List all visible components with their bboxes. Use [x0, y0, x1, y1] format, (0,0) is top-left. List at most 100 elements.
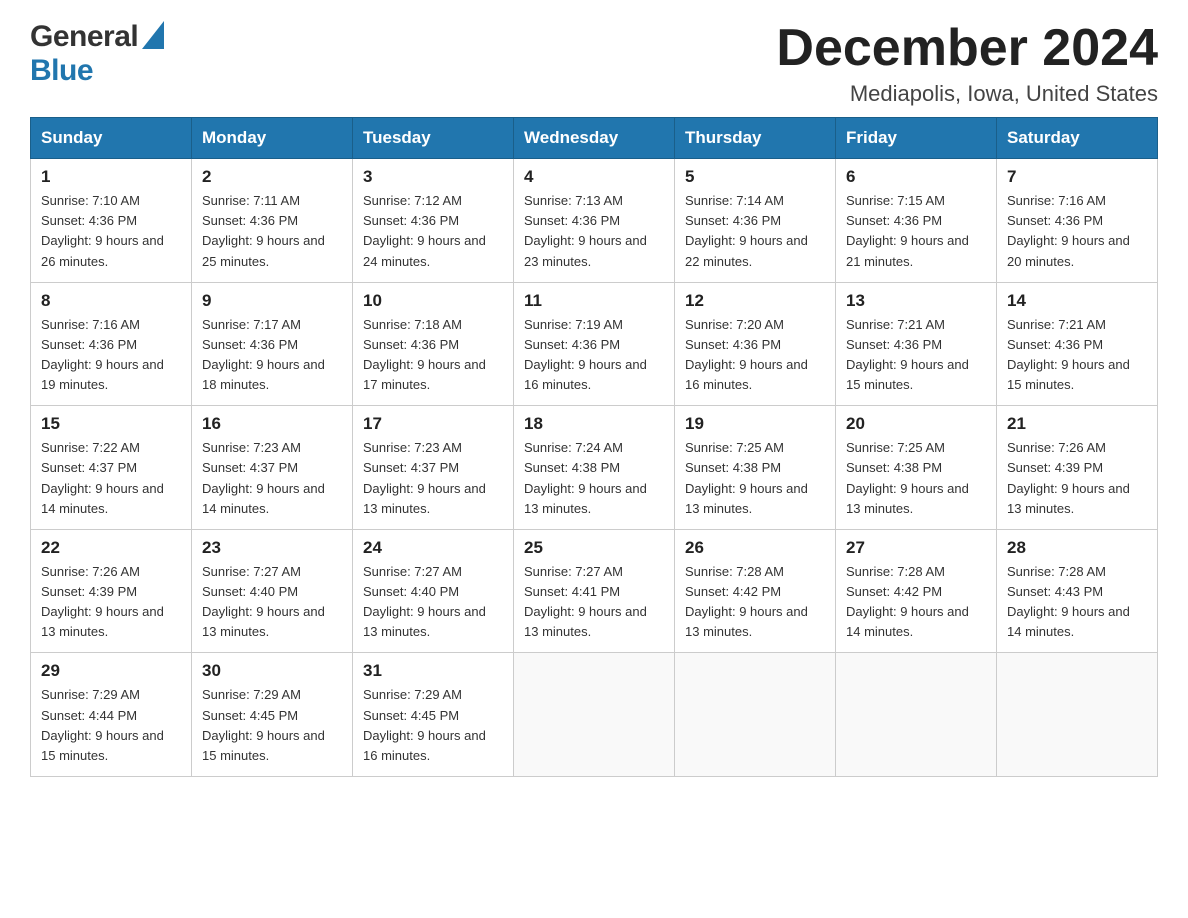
day-of-week-header: Monday	[192, 118, 353, 159]
day-number: 21	[1007, 414, 1147, 434]
day-info: Sunrise: 7:27 AMSunset: 4:40 PMDaylight:…	[363, 562, 503, 643]
day-info: Sunrise: 7:23 AMSunset: 4:37 PMDaylight:…	[363, 438, 503, 519]
calendar-day-cell: 10 Sunrise: 7:18 AMSunset: 4:36 PMDayligh…	[353, 282, 514, 406]
day-of-week-header: Tuesday	[353, 118, 514, 159]
calendar-day-cell: 22Sunrise: 7:26 AMSunset: 4:39 PMDayligh…	[31, 529, 192, 653]
calendar-week-row: 1 Sunrise: 7:10 AMSunset: 4:36 PMDaylight…	[31, 159, 1158, 283]
day-info: Sunrise: 7:28 AMSunset: 4:42 PMDaylight:…	[685, 562, 825, 643]
day-number: 10	[363, 291, 503, 311]
day-of-week-header: Saturday	[997, 118, 1158, 159]
day-info: Sunrise: 7:17 AMSunset: 4:36 PMDaylight:…	[202, 315, 342, 396]
page-subtitle: Mediapolis, Iowa, United States	[776, 81, 1158, 107]
logo: General Blue	[30, 20, 164, 88]
day-info: Sunrise: 7:29 AMSunset: 4:45 PMDaylight:…	[202, 685, 342, 766]
day-number: 22	[41, 538, 181, 558]
day-info: Sunrise: 7:18 AMSunset: 4:36 PMDaylight:…	[363, 315, 503, 396]
day-info: Sunrise: 7:23 AMSunset: 4:37 PMDaylight:…	[202, 438, 342, 519]
day-number: 16	[202, 414, 342, 434]
day-of-week-header: Sunday	[31, 118, 192, 159]
day-info: Sunrise: 7:19 AMSunset: 4:36 PMDaylight:…	[524, 315, 664, 396]
day-number: 9	[202, 291, 342, 311]
day-info: Sunrise: 7:21 AMSunset: 4:36 PMDaylight:…	[846, 315, 986, 396]
logo-blue-text: Blue	[30, 54, 93, 87]
page-title: December 2024	[776, 20, 1158, 77]
day-info: Sunrise: 7:13 AMSunset: 4:36 PMDaylight:…	[524, 191, 664, 272]
day-number: 13	[846, 291, 986, 311]
calendar-day-cell: 29 Sunrise: 7:29 AMSunset: 4:44 PMDayligh…	[31, 653, 192, 777]
day-info: Sunrise: 7:21 AMSunset: 4:36 PMDaylight:…	[1007, 315, 1147, 396]
day-number: 7	[1007, 167, 1147, 187]
calendar-day-cell: 30 Sunrise: 7:29 AMSunset: 4:45 PMDayligh…	[192, 653, 353, 777]
calendar-day-cell	[997, 653, 1158, 777]
day-number: 19	[685, 414, 825, 434]
calendar-day-cell: 31Sunrise: 7:29 AMSunset: 4:45 PMDayligh…	[353, 653, 514, 777]
calendar-day-cell: 20 Sunrise: 7:25 AMSunset: 4:38 PMDayligh…	[836, 406, 997, 530]
day-number: 5	[685, 167, 825, 187]
calendar-day-cell: 12Sunrise: 7:20 AMSunset: 4:36 PMDayligh…	[675, 282, 836, 406]
logo-general-text: General	[30, 20, 138, 54]
calendar-day-cell: 11Sunrise: 7:19 AMSunset: 4:36 PMDayligh…	[514, 282, 675, 406]
day-number: 1	[41, 167, 181, 187]
logo-arrow-icon	[142, 21, 164, 54]
calendar-day-cell: 25 Sunrise: 7:27 AMSunset: 4:41 PMDayligh…	[514, 529, 675, 653]
calendar-day-cell: 9 Sunrise: 7:17 AMSunset: 4:36 PMDaylight…	[192, 282, 353, 406]
calendar-day-cell: 16 Sunrise: 7:23 AMSunset: 4:37 PMDayligh…	[192, 406, 353, 530]
day-info: Sunrise: 7:28 AMSunset: 4:42 PMDaylight:…	[846, 562, 986, 643]
day-of-week-header: Thursday	[675, 118, 836, 159]
day-number: 31	[363, 661, 503, 681]
day-number: 8	[41, 291, 181, 311]
calendar-day-cell: 27 Sunrise: 7:28 AMSunset: 4:42 PMDayligh…	[836, 529, 997, 653]
day-info: Sunrise: 7:20 AMSunset: 4:36 PMDaylight:…	[685, 315, 825, 396]
day-info: Sunrise: 7:28 AMSunset: 4:43 PMDaylight:…	[1007, 562, 1147, 643]
calendar-day-cell: 6 Sunrise: 7:15 AMSunset: 4:36 PMDaylight…	[836, 159, 997, 283]
day-number: 25	[524, 538, 664, 558]
day-number: 3	[363, 167, 503, 187]
day-of-week-header: Friday	[836, 118, 997, 159]
calendar-day-cell: 26Sunrise: 7:28 AMSunset: 4:42 PMDayligh…	[675, 529, 836, 653]
day-info: Sunrise: 7:29 AMSunset: 4:44 PMDaylight:…	[41, 685, 181, 766]
day-number: 15	[41, 414, 181, 434]
day-info: Sunrise: 7:16 AMSunset: 4:36 PMDaylight:…	[41, 315, 181, 396]
day-info: Sunrise: 7:12 AMSunset: 4:36 PMDaylight:…	[363, 191, 503, 272]
calendar-day-cell: 7 Sunrise: 7:16 AMSunset: 4:36 PMDaylight…	[997, 159, 1158, 283]
day-info: Sunrise: 7:25 AMSunset: 4:38 PMDaylight:…	[846, 438, 986, 519]
calendar-day-cell: 4 Sunrise: 7:13 AMSunset: 4:36 PMDaylight…	[514, 159, 675, 283]
day-number: 30	[202, 661, 342, 681]
calendar-day-cell: 3 Sunrise: 7:12 AMSunset: 4:36 PMDaylight…	[353, 159, 514, 283]
day-number: 27	[846, 538, 986, 558]
day-number: 28	[1007, 538, 1147, 558]
calendar-day-cell: 15 Sunrise: 7:22 AMSunset: 4:37 PMDayligh…	[31, 406, 192, 530]
calendar-day-cell: 14Sunrise: 7:21 AMSunset: 4:36 PMDayligh…	[997, 282, 1158, 406]
calendar-day-cell: 19 Sunrise: 7:25 AMSunset: 4:38 PMDayligh…	[675, 406, 836, 530]
day-of-week-header: Wednesday	[514, 118, 675, 159]
title-block: December 2024 Mediapolis, Iowa, United S…	[776, 20, 1158, 107]
day-info: Sunrise: 7:16 AMSunset: 4:36 PMDaylight:…	[1007, 191, 1147, 272]
calendar-week-row: 8 Sunrise: 7:16 AMSunset: 4:36 PMDaylight…	[31, 282, 1158, 406]
day-info: Sunrise: 7:10 AMSunset: 4:36 PMDaylight:…	[41, 191, 181, 272]
day-number: 23	[202, 538, 342, 558]
calendar-week-row: 22Sunrise: 7:26 AMSunset: 4:39 PMDayligh…	[31, 529, 1158, 653]
day-info: Sunrise: 7:27 AMSunset: 4:41 PMDaylight:…	[524, 562, 664, 643]
calendar-day-cell	[514, 653, 675, 777]
calendar-day-cell: 5 Sunrise: 7:14 AMSunset: 4:36 PMDaylight…	[675, 159, 836, 283]
day-number: 4	[524, 167, 664, 187]
day-info: Sunrise: 7:22 AMSunset: 4:37 PMDaylight:…	[41, 438, 181, 519]
day-info: Sunrise: 7:24 AMSunset: 4:38 PMDaylight:…	[524, 438, 664, 519]
calendar-day-cell: 28 Sunrise: 7:28 AMSunset: 4:43 PMDayligh…	[997, 529, 1158, 653]
day-number: 18	[524, 414, 664, 434]
day-number: 20	[846, 414, 986, 434]
day-info: Sunrise: 7:14 AMSunset: 4:36 PMDaylight:…	[685, 191, 825, 272]
calendar-day-cell: 18 Sunrise: 7:24 AMSunset: 4:38 PMDayligh…	[514, 406, 675, 530]
day-info: Sunrise: 7:25 AMSunset: 4:38 PMDaylight:…	[685, 438, 825, 519]
day-number: 17	[363, 414, 503, 434]
day-number: 6	[846, 167, 986, 187]
day-number: 29	[41, 661, 181, 681]
calendar-table: SundayMondayTuesdayWednesdayThursdayFrid…	[30, 117, 1158, 777]
calendar-day-cell: 1 Sunrise: 7:10 AMSunset: 4:36 PMDaylight…	[31, 159, 192, 283]
calendar-day-cell: 23Sunrise: 7:27 AMSunset: 4:40 PMDayligh…	[192, 529, 353, 653]
day-info: Sunrise: 7:11 AMSunset: 4:36 PMDaylight:…	[202, 191, 342, 272]
calendar-day-cell	[836, 653, 997, 777]
day-info: Sunrise: 7:15 AMSunset: 4:36 PMDaylight:…	[846, 191, 986, 272]
day-info: Sunrise: 7:26 AMSunset: 4:39 PMDaylight:…	[1007, 438, 1147, 519]
day-number: 24	[363, 538, 503, 558]
